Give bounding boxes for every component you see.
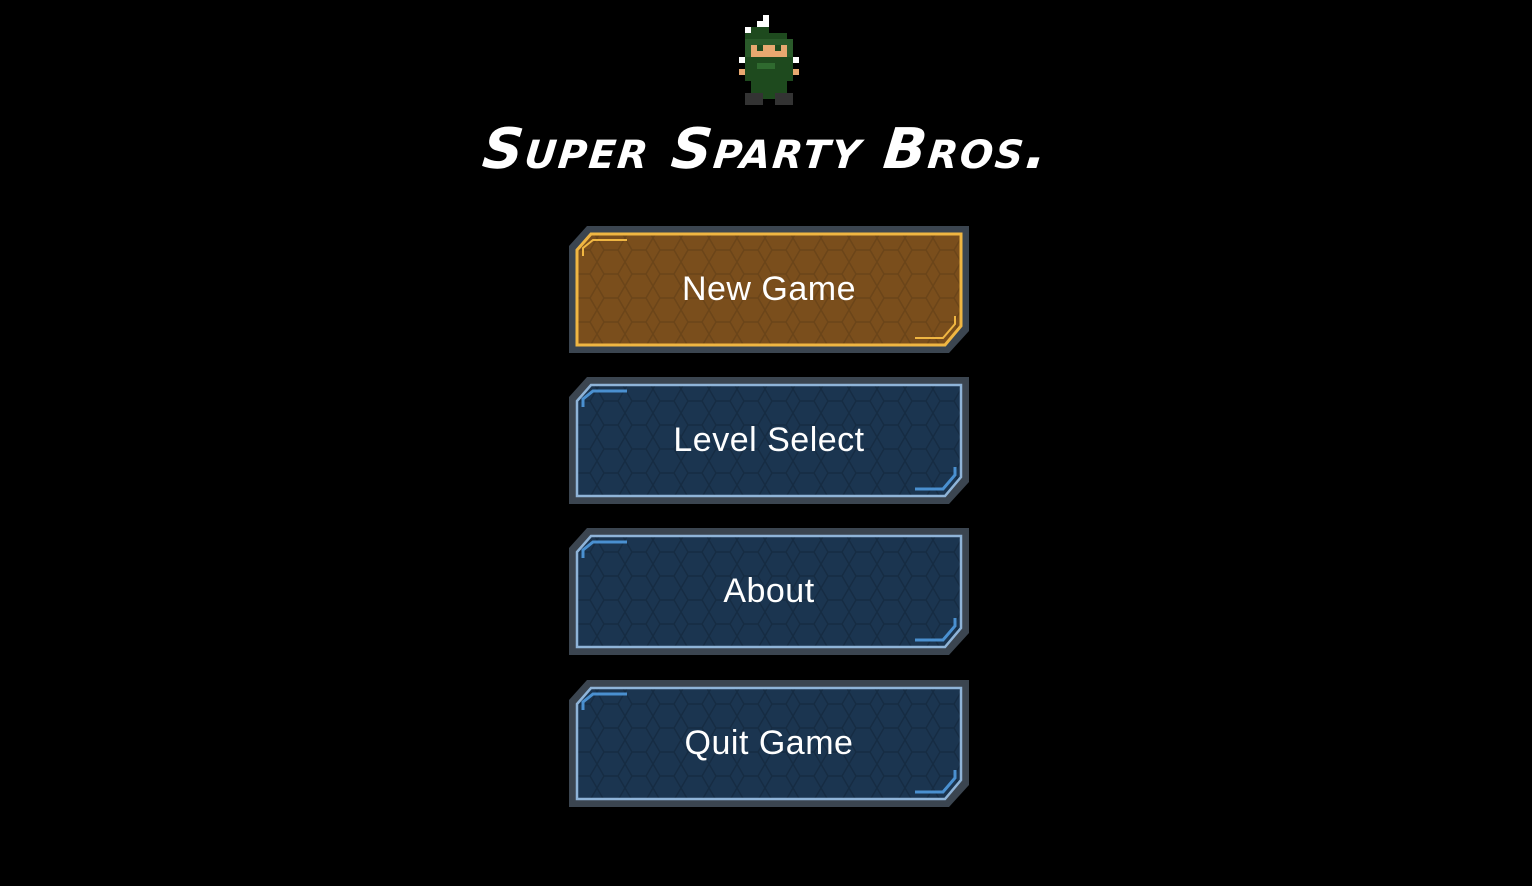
new-game-button[interactable]: New Game: [569, 226, 969, 353]
level-select-label: Level Select: [673, 421, 865, 459]
character-sprite-icon: [739, 15, 799, 105]
new-game-label: New Game: [681, 270, 857, 308]
main-menu-screen: Super Sparty Bros. New Game Level Select…: [0, 0, 1532, 886]
about-label: About: [723, 572, 815, 610]
game-title: Super Sparty Bros.: [479, 117, 1053, 182]
quit-game-label: Quit Game: [684, 724, 854, 762]
quit-game-button[interactable]: Quit Game: [569, 680, 969, 807]
level-select-button[interactable]: Level Select: [569, 377, 969, 504]
about-button[interactable]: About: [569, 528, 969, 655]
